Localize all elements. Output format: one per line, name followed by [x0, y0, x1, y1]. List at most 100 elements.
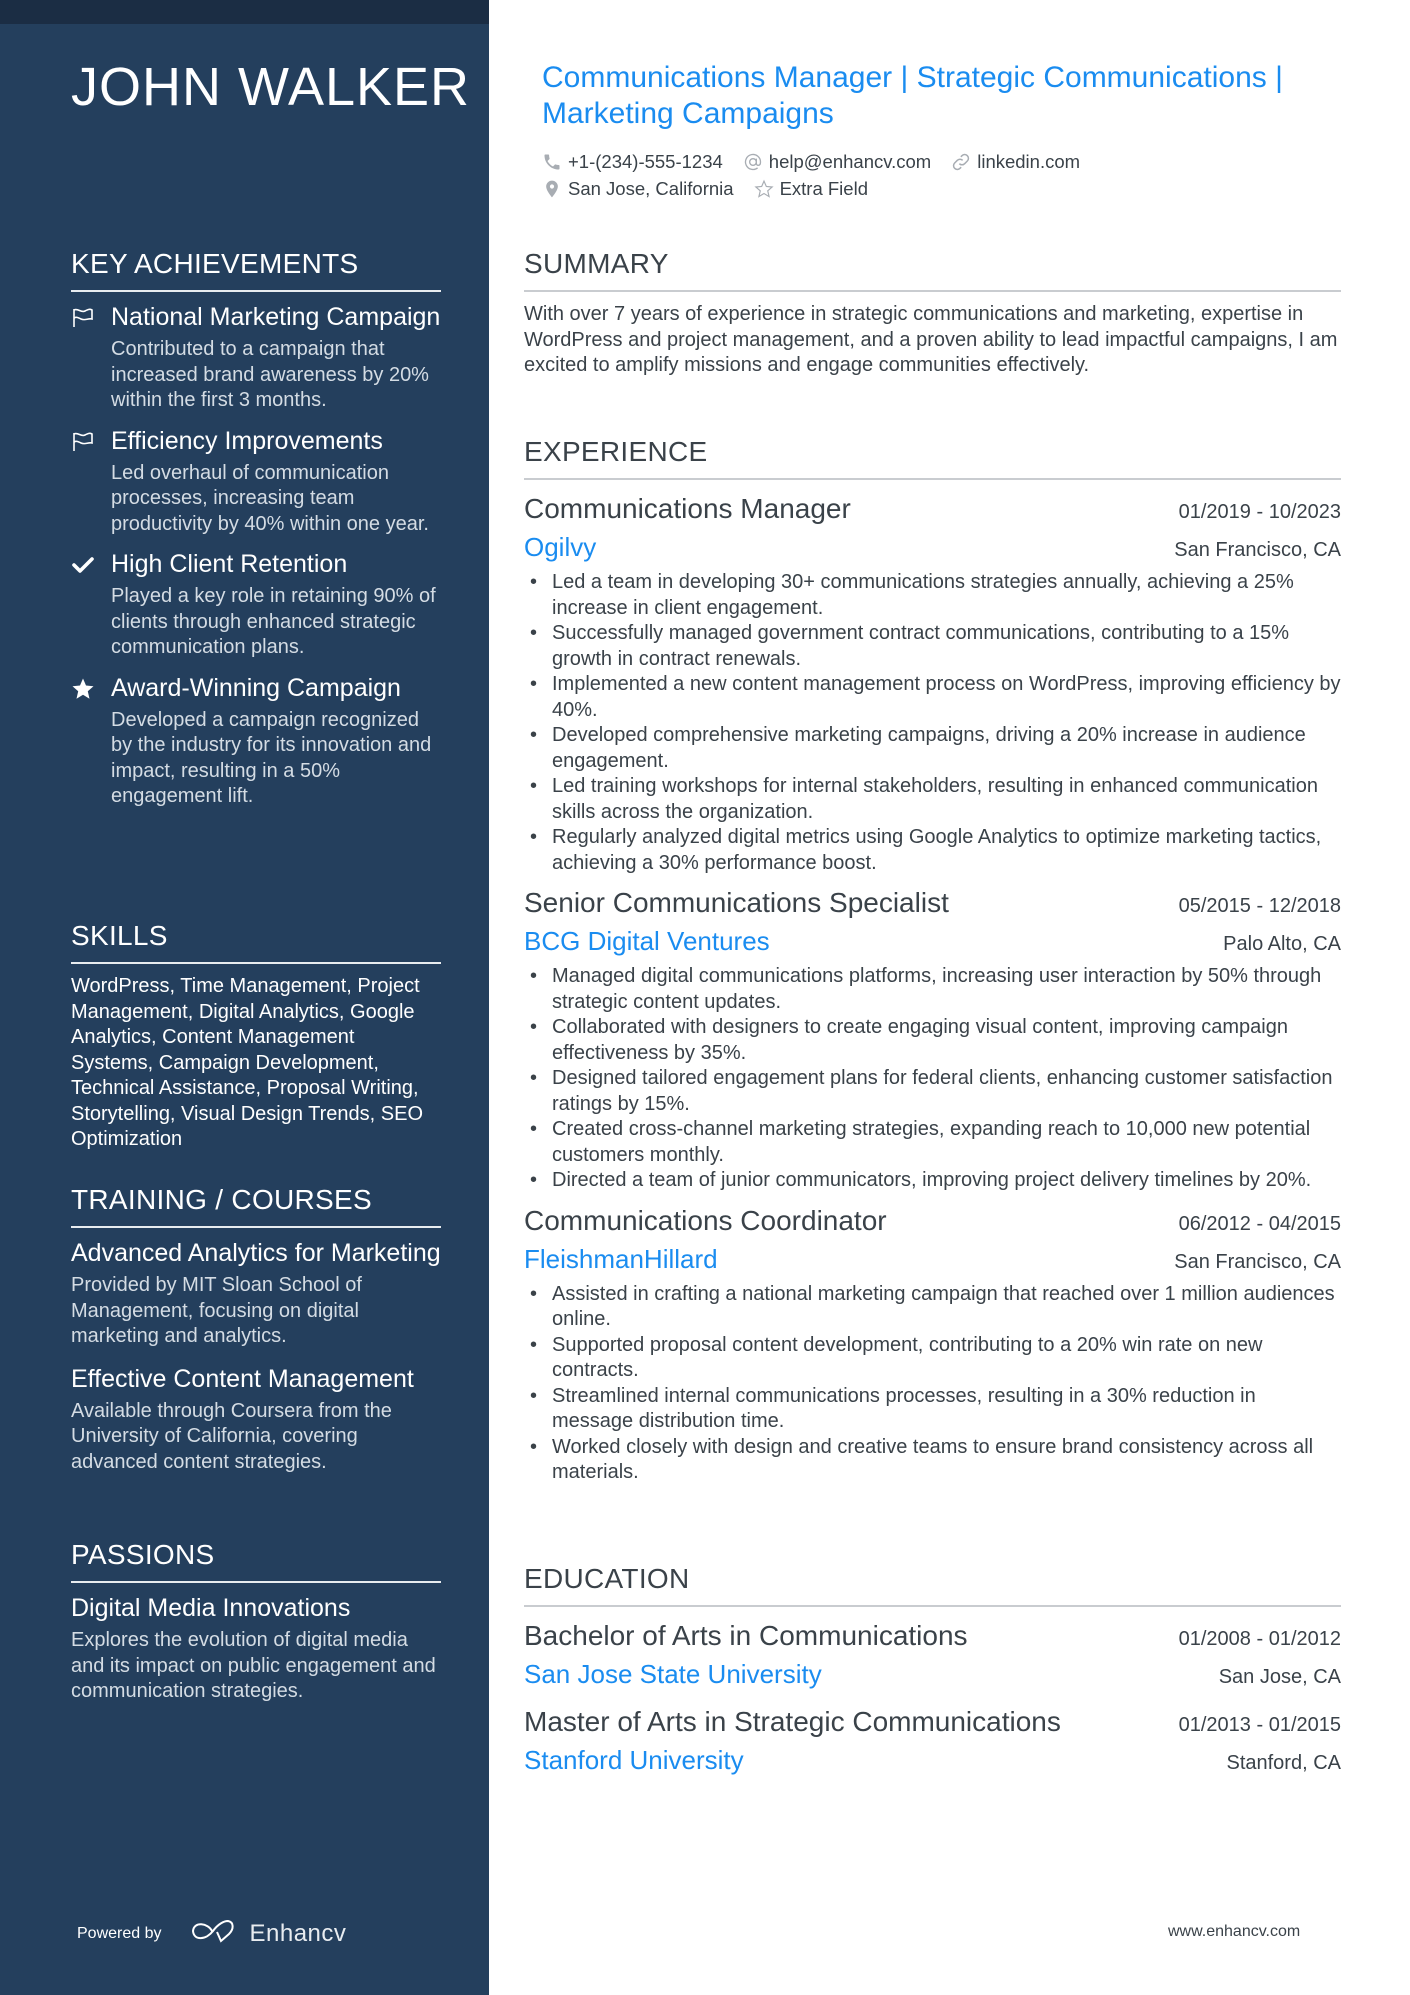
job-bullet: Led a team in developing 30+ communicati… [524, 570, 1341, 621]
job-bullet: Supported proposal content development, … [524, 1333, 1341, 1384]
job-company: FleishmanHillard [524, 1243, 718, 1274]
job-bullets: Managed digital communications platforms… [524, 964, 1341, 1194]
summary-section: SUMMARY With over 7 years of experience … [524, 248, 1341, 379]
link-icon [953, 153, 970, 170]
school: Stanford University [524, 1745, 744, 1775]
job-bullet: Streamlined internal communications proc… [524, 1384, 1341, 1435]
job-location: Palo Alto, CA [1223, 933, 1341, 955]
contact-linkedin[interactable]: linkedin.com [951, 151, 1080, 173]
headline: Communications Manager | Strategic Commu… [542, 61, 1283, 130]
job-bullet: Regularly analyzed digital metrics using… [524, 825, 1341, 876]
phone-text: +1-(234)-555-1234 [568, 150, 723, 172]
achievement-desc: Led overhaul of communication processes,… [111, 461, 429, 535]
job-title: Communications Manager [524, 493, 851, 524]
job-title: Communications Coordinator [524, 1204, 887, 1236]
job-bullets: Led a team in developing 30+ communicati… [524, 570, 1341, 876]
powered-by: Powered by Enhancv [77, 1918, 346, 1949]
job-entry: Communications Manager 01/2019 - 10/2023… [524, 490, 1341, 876]
job-title: Senior Communications Specialist [524, 887, 949, 918]
job-bullet: Implemented a new content management pro… [524, 672, 1341, 723]
education-section: EDUCATION Bachelor of Arts in Communicat… [524, 1563, 1341, 1789]
phone-icon [544, 154, 560, 169]
job-company: Ogilvy [524, 532, 597, 562]
passion-desc: Explores the evolution of digital media … [71, 1629, 436, 1702]
job-bullet: Successfully managed government contract… [524, 621, 1341, 672]
passions-section: PASSIONS Digital Media Innovations Explo… [71, 1539, 441, 1719]
training-heading: TRAINING / COURSES [71, 1184, 441, 1228]
degree: Bachelor of Arts in Communications [524, 1620, 968, 1651]
education-heading: EDUCATION [524, 1563, 1341, 1607]
job-dates: 01/2019 - 10/2023 [1178, 501, 1341, 523]
achievement-desc: Developed a campaign recognized by the i… [111, 708, 432, 808]
powered-by-label: Powered by [77, 1924, 162, 1942]
key-achievements-heading: KEY ACHIEVEMENTS [71, 248, 441, 292]
sidebar-top-band [0, 0, 489, 24]
extra-field-text: Extra Field [779, 177, 868, 199]
key-achievements-section: KEY ACHIEVEMENTS National Marketing Camp… [71, 248, 441, 822]
edu-dates: 01/2013 - 01/2015 [1178, 1714, 1341, 1736]
course-item: Advanced Analytics for Marketing Provide… [71, 1238, 441, 1350]
school: San Jose State University [524, 1659, 822, 1689]
location-pin-icon [546, 180, 558, 197]
job-bullet: Created cross-channel marketing strategi… [524, 1117, 1341, 1168]
summary-text: With over 7 years of experience in strat… [524, 303, 1338, 376]
job-bullets: Assisted in crafting a national marketin… [524, 1282, 1341, 1486]
course-desc: Available through Coursera from the Univ… [71, 1399, 392, 1473]
star-outline-icon [753, 179, 774, 198]
skills-list: WordPress, Time Management, Project Mana… [71, 975, 424, 1150]
candidate-name: JOHN WALKER [71, 57, 471, 117]
edu-location: Stanford, CA [1226, 1752, 1341, 1774]
job-company: BCG Digital Ventures [524, 926, 770, 956]
course-title: Effective Content Management [71, 1364, 414, 1393]
job-entry: Senior Communications Specialist 05/2015… [524, 884, 1341, 1194]
job-bullet: Led training workshops for internal stak… [524, 774, 1341, 825]
email-text: help@enhancv.com [768, 150, 932, 172]
enhancv-logo-icon [190, 1918, 250, 1949]
footer-url[interactable]: www.enhancv.com [1168, 1923, 1300, 1941]
achievement-title: High Client Retention [111, 550, 348, 578]
job-bullet: Developed comprehensive marketing campai… [524, 723, 1341, 774]
contact-phone[interactable]: +1-(234)-555-1234 [542, 151, 723, 173]
job-dates: 06/2012 - 04/2015 [1178, 1212, 1341, 1235]
achievement-title: National Marketing Campaign [111, 303, 441, 331]
job-location: San Francisco, CA [1174, 539, 1341, 561]
passion-title: Digital Media Innovations [71, 1594, 351, 1622]
job-location: San Francisco, CA [1174, 1250, 1341, 1273]
degree: Master of Arts in Strategic Communicatio… [524, 1706, 1061, 1737]
summary-heading: SUMMARY [524, 248, 1341, 292]
contact-location: San Jose, California [542, 178, 734, 200]
location-text: San Jose, California [568, 177, 734, 199]
contact-extra: Extra Field [753, 177, 868, 200]
passion-item: Digital Media Innovations Explores the e… [71, 1593, 441, 1705]
job-bullet: Assisted in crafting a national marketin… [524, 1282, 1341, 1333]
achievement-item: National Marketing Campaign Contributed … [71, 302, 441, 414]
experience-heading: EXPERIENCE [524, 436, 1341, 480]
course-desc: Provided by MIT Sloan School of Manageme… [71, 1274, 362, 1347]
achievement-desc: Played a key role in retaining 90% of cl… [111, 585, 436, 658]
achievement-title: Efficiency Improvements [111, 426, 383, 455]
achievement-item: Efficiency Improvements Led overhaul of … [71, 426, 441, 538]
edu-location: San Jose, CA [1218, 1666, 1341, 1688]
job-bullet: Collaborated with designers to create en… [524, 1015, 1341, 1066]
achievement-title: Award-Winning Campaign [111, 673, 401, 702]
linkedin-text: linkedin.com [977, 150, 1081, 172]
job-bullet: Directed a team of junior communicators,… [524, 1168, 1341, 1194]
passions-heading: PASSIONS [71, 1539, 441, 1583]
job-bullet: Designed tailored engagement plans for f… [524, 1066, 1341, 1117]
job-bullet: Worked closely with design and creative … [524, 1435, 1341, 1486]
contact-email[interactable]: help@enhancv.com [743, 151, 931, 173]
course-item: Effective Content Management Available t… [71, 1364, 441, 1476]
education-entry: Bachelor of Arts in Communications 01/20… [524, 1617, 1341, 1693]
experience-section: EXPERIENCE Communications Manager 01/201… [524, 436, 1341, 1494]
training-section: TRAINING / COURSES Advanced Analytics fo… [71, 1184, 441, 1489]
sidebar: JOHN WALKER KEY ACHIEVEMENTS National Ma… [0, 0, 489, 1995]
course-title: Advanced Analytics for Marketing [71, 1239, 441, 1267]
job-entry: Communications Coordinator 06/2012 - 04/… [524, 1202, 1341, 1486]
flag-icon [71, 426, 111, 538]
contact-info: +1-(234)-555-1234 help@enhancv.com linke… [542, 148, 1342, 202]
achievement-desc: Contributed to a campaign that increased… [111, 338, 429, 411]
at-icon [744, 153, 761, 170]
check-icon [71, 549, 111, 661]
job-bullet: Managed digital communications platforms… [524, 964, 1341, 1015]
flag-icon [71, 302, 111, 414]
